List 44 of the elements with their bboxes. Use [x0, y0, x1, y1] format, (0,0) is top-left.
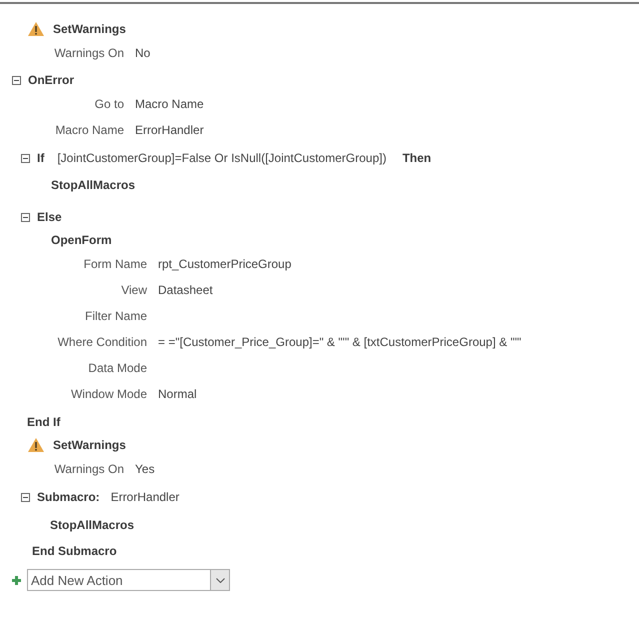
end-if-keyword: End If [27, 415, 60, 429]
argument-label: Window Mode [70, 386, 147, 403]
submacro-keyword: Submacro: [37, 490, 100, 504]
argument-value[interactable]: Macro Name [135, 91, 639, 117]
add-icon[interactable] [12, 576, 21, 584]
argument-value[interactable]: No [135, 40, 639, 66]
collapse-toggle[interactable] [21, 154, 30, 162]
action-name[interactable]: OpenForm [51, 233, 112, 247]
action-name[interactable]: StopAllMacros [50, 518, 134, 532]
else-keyword: Else [37, 210, 62, 224]
minus-icon [23, 494, 28, 500]
if-keyword: If [37, 151, 44, 165]
argument-label: Macro Name [54, 122, 124, 139]
action-name[interactable]: StopAllMacros [51, 178, 136, 192]
collapse-toggle[interactable] [21, 212, 30, 222]
end-submacro-keyword: End Submacro [32, 544, 117, 558]
argument-label: Go to [94, 96, 124, 113]
argument-label: Warnings On [53, 45, 124, 62]
collapse-toggle[interactable] [21, 492, 30, 502]
argument-label: Filter Name [84, 308, 147, 325]
argument-value[interactable]: rpt_CustomerPriceGroup [158, 251, 639, 277]
argument-value[interactable]: ErrorHandler [135, 117, 639, 143]
argument-label: View [120, 282, 147, 299]
collapse-toggle[interactable] [12, 76, 21, 84]
chevron-down-icon [216, 578, 224, 582]
minus-icon [23, 156, 28, 160]
argument-value[interactable]: = ="[Customer_Price_Group]=" & "'" & [txtCustomerPriceGroup] & "'" [158, 329, 639, 355]
add-action-field[interactable]: Add New Action [27, 569, 210, 591]
minus-icon [14, 78, 19, 82]
argument-value[interactable]: Datasheet [158, 277, 639, 303]
argument-value[interactable]: Yes [135, 456, 639, 482]
action-name[interactable]: SetWarnings [53, 22, 126, 36]
argument-value[interactable]: Normal [158, 381, 639, 407]
minus-icon [23, 214, 28, 220]
condition-expression[interactable]: [JointCustomerGroup]=False Or IsNull([JointCustomerGroup]) [57, 151, 386, 165]
argument-label: Data Mode [87, 360, 147, 377]
argument-label: Warnings On [53, 461, 124, 478]
action-name[interactable]: SetWarnings [53, 438, 126, 452]
submacro-name[interactable]: ErrorHandler [110, 490, 180, 504]
action-name[interactable]: OnError [28, 73, 74, 87]
argument-label: Where Condition [56, 334, 147, 351]
argument-label: Form Name [82, 256, 147, 273]
dropdown-button[interactable] [210, 569, 230, 591]
then-keyword: Then [402, 151, 432, 165]
